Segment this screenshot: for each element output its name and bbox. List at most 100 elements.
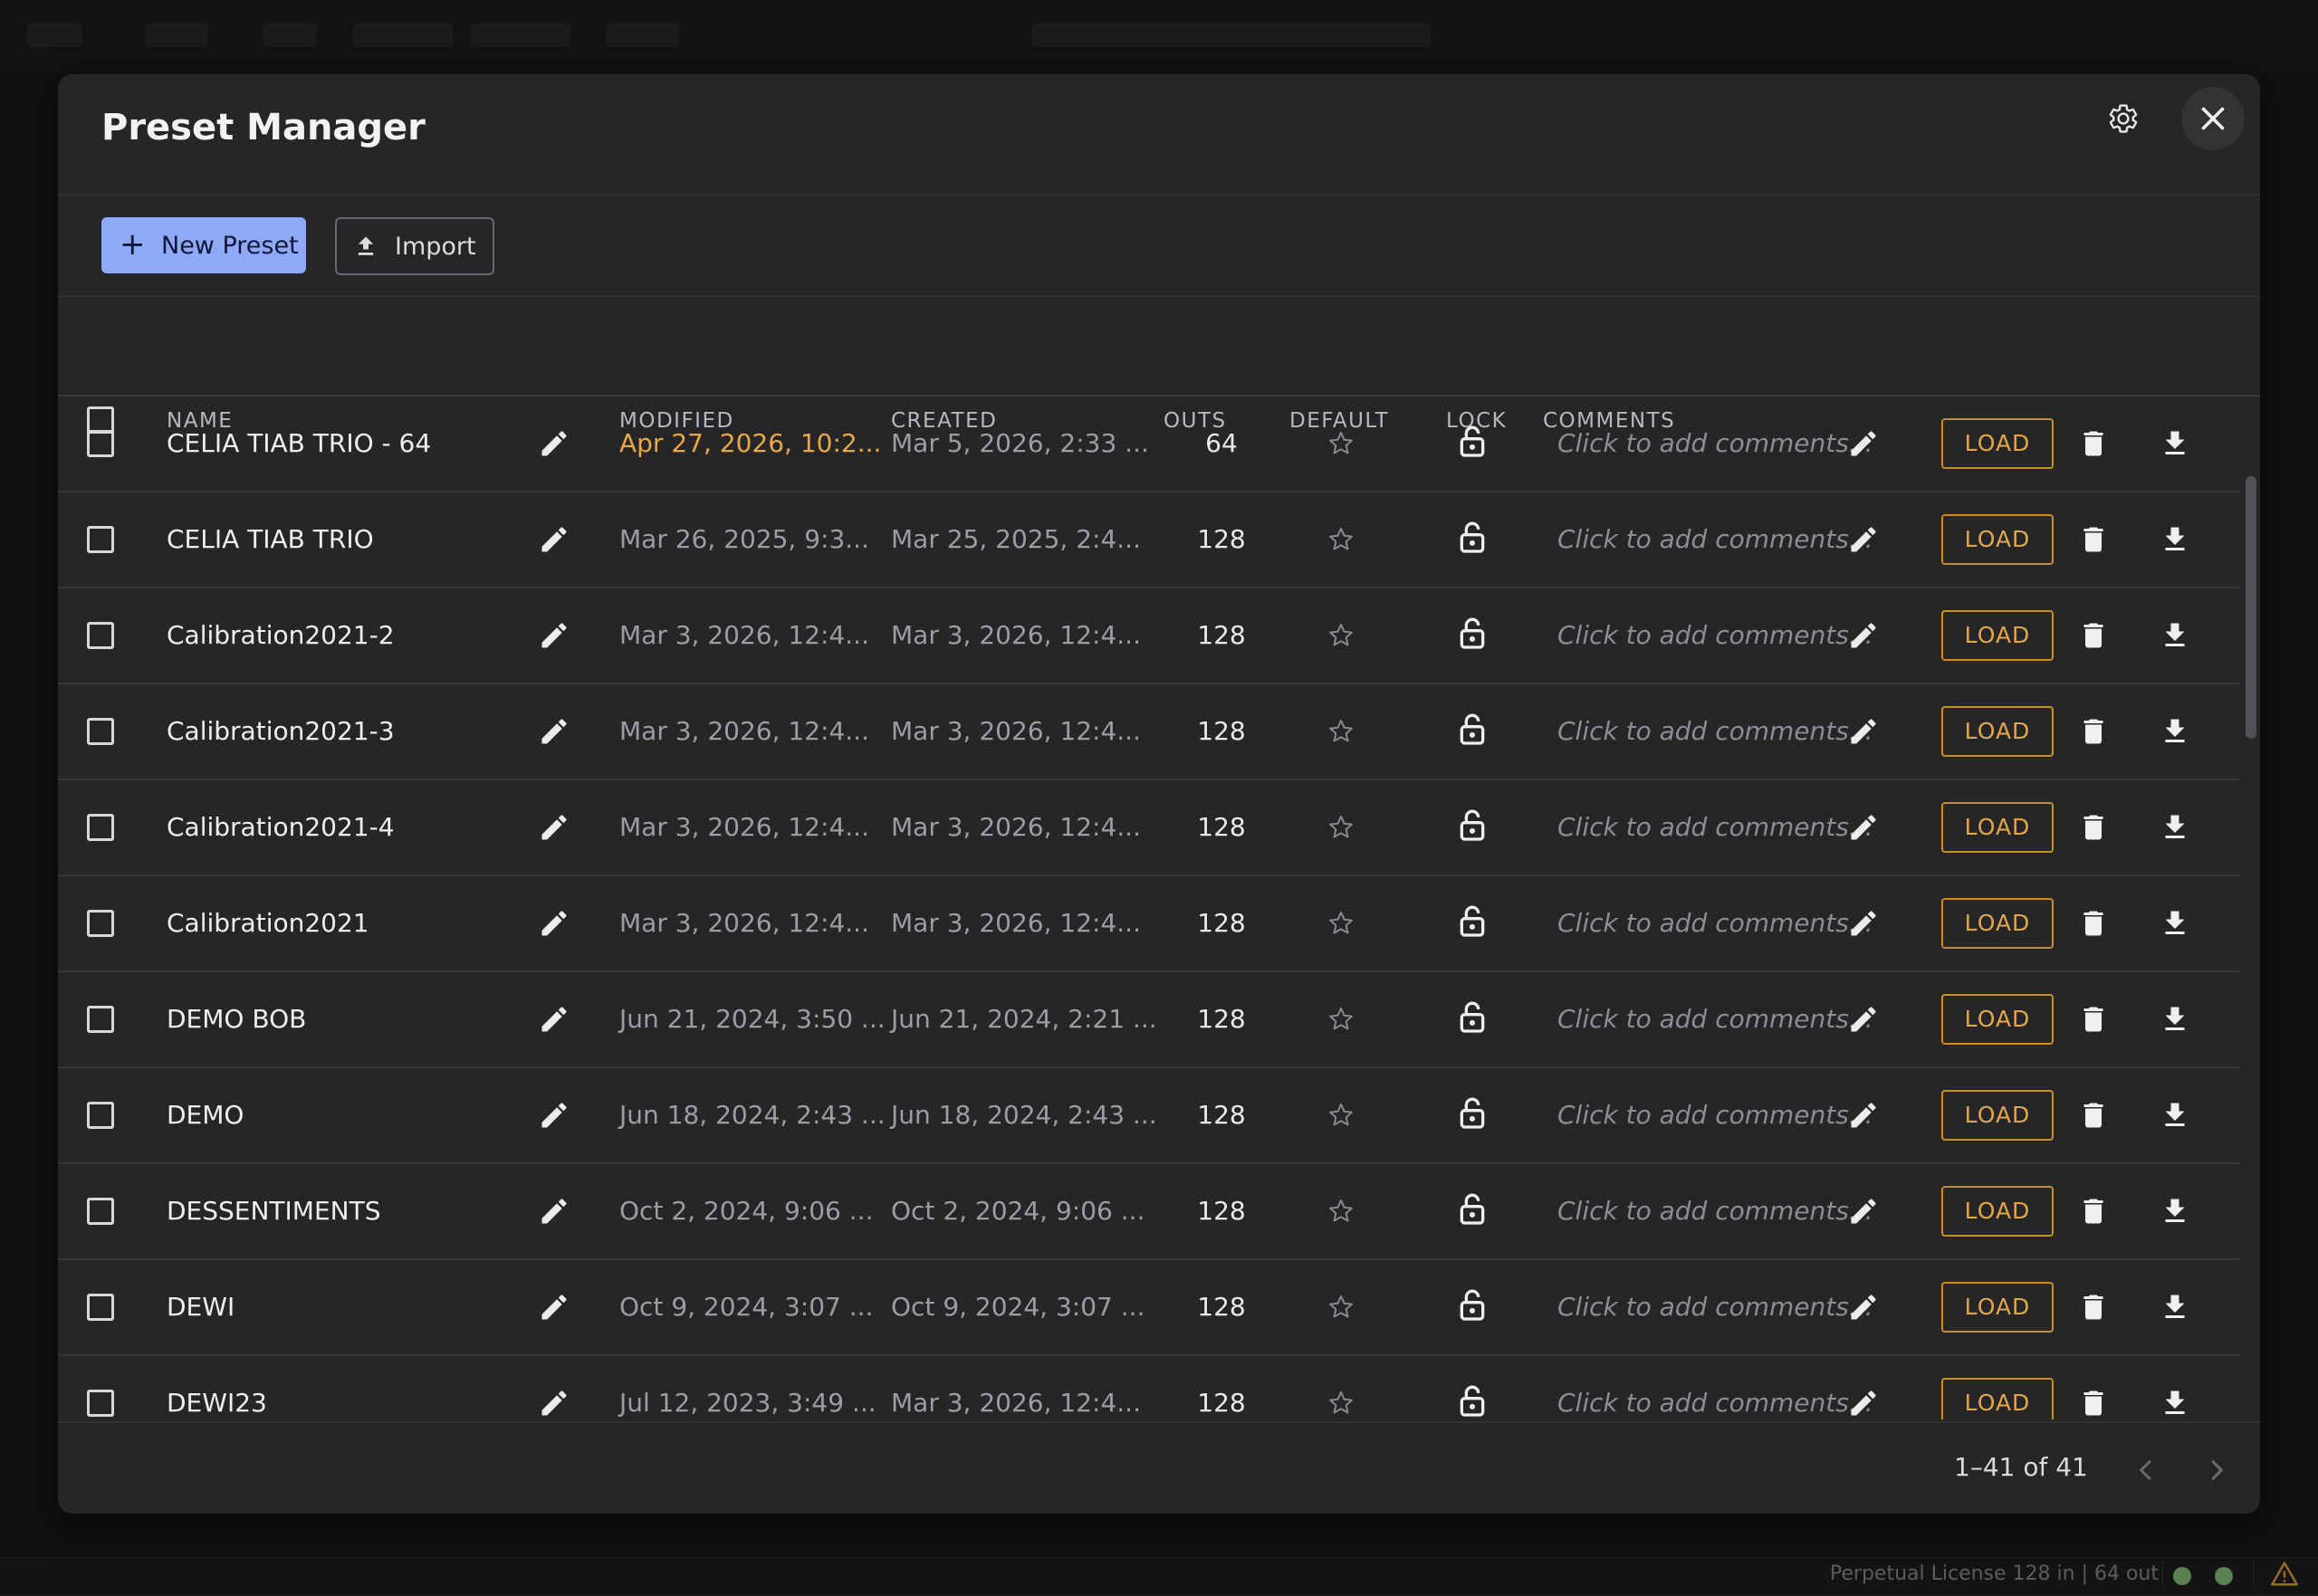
import-button[interactable]: Import xyxy=(335,217,494,275)
load-button[interactable]: LOAD xyxy=(1941,1282,2054,1333)
star-icon[interactable] xyxy=(1326,1100,1356,1131)
trash-icon[interactable] xyxy=(2077,523,2110,556)
load-button[interactable]: LOAD xyxy=(1941,1378,2054,1419)
unlock-icon[interactable] xyxy=(1454,1287,1490,1324)
row-checkbox[interactable] xyxy=(87,1006,114,1033)
load-button[interactable]: LOAD xyxy=(1941,514,2054,565)
edit-name-icon[interactable] xyxy=(538,907,570,940)
star-icon[interactable] xyxy=(1326,908,1356,939)
table-row[interactable]: Calibration2021-2 Mar 3, 2026, 12:4... M… xyxy=(58,588,2240,684)
download-icon[interactable] xyxy=(2159,1387,2191,1419)
table-row[interactable]: Calibration2021-3 Mar 3, 2026, 12:4... M… xyxy=(58,684,2240,780)
unlock-icon[interactable] xyxy=(1454,1383,1490,1419)
table-row[interactable]: DEMO Jun 18, 2024, 2:43 ... Jun 18, 2024… xyxy=(58,1068,2240,1164)
comment-placeholder[interactable]: Click to add comments... xyxy=(1557,588,1873,683)
unlock-icon[interactable] xyxy=(1454,712,1490,748)
comment-placeholder[interactable]: Click to add comments... xyxy=(1557,1068,1873,1162)
edit-name-icon[interactable] xyxy=(538,1099,570,1132)
edit-comment-icon[interactable] xyxy=(1847,619,1880,652)
comment-placeholder[interactable]: Click to add comments... xyxy=(1557,972,1873,1066)
settings-button[interactable] xyxy=(2092,87,2155,150)
row-checkbox[interactable] xyxy=(87,910,114,937)
star-icon[interactable] xyxy=(1326,524,1356,555)
load-button[interactable]: LOAD xyxy=(1941,610,2054,661)
download-icon[interactable] xyxy=(2159,811,2191,844)
unlock-icon[interactable] xyxy=(1454,808,1490,844)
load-button[interactable]: LOAD xyxy=(1941,706,2054,757)
unlock-icon[interactable] xyxy=(1454,520,1490,556)
comment-placeholder[interactable]: Click to add comments... xyxy=(1557,492,1873,587)
row-checkbox[interactable] xyxy=(87,526,114,553)
edit-name-icon[interactable] xyxy=(538,1387,570,1419)
download-icon[interactable] xyxy=(2159,1291,2191,1324)
close-button[interactable] xyxy=(2181,87,2245,150)
unlock-icon[interactable] xyxy=(1454,424,1490,460)
load-button[interactable]: LOAD xyxy=(1941,1186,2054,1237)
load-button[interactable]: LOAD xyxy=(1941,418,2054,469)
star-icon[interactable] xyxy=(1326,620,1356,651)
comment-placeholder[interactable]: Click to add comments... xyxy=(1557,1260,1873,1354)
star-icon[interactable] xyxy=(1326,1388,1356,1419)
edit-comment-icon[interactable] xyxy=(1847,1291,1880,1324)
edit-comment-icon[interactable] xyxy=(1847,1195,1880,1228)
row-checkbox[interactable] xyxy=(87,1198,114,1225)
unlock-icon[interactable] xyxy=(1454,1095,1490,1132)
trash-icon[interactable] xyxy=(2077,811,2110,844)
table-row[interactable]: DESSENTIMENTS Oct 2, 2024, 9:06 ... Oct … xyxy=(58,1164,2240,1260)
row-checkbox[interactable] xyxy=(87,1102,114,1129)
edit-name-icon[interactable] xyxy=(538,1195,570,1228)
row-checkbox[interactable] xyxy=(87,622,114,649)
download-icon[interactable] xyxy=(2159,523,2191,556)
trash-icon[interactable] xyxy=(2077,1099,2110,1132)
edit-comment-icon[interactable] xyxy=(1847,1099,1880,1132)
table-row[interactable]: CELIA TIAB TRIO - 64 Apr 27, 2026, 10:2.… xyxy=(58,397,2240,492)
edit-name-icon[interactable] xyxy=(538,1003,570,1036)
edit-comment-icon[interactable] xyxy=(1847,907,1880,940)
table-row[interactable]: Calibration2021 Mar 3, 2026, 12:4... Mar… xyxy=(58,876,2240,972)
table-row[interactable]: DEWI23 Jul 12, 2023, 3:49 ... Mar 3, 202… xyxy=(58,1356,2240,1419)
edit-comment-icon[interactable] xyxy=(1847,1387,1880,1419)
unlock-icon[interactable] xyxy=(1454,903,1490,940)
edit-comment-icon[interactable] xyxy=(1847,715,1880,748)
table-row[interactable]: CELIA TIAB TRIO Mar 26, 2025, 9:3... Mar… xyxy=(58,492,2240,588)
row-checkbox[interactable] xyxy=(87,1390,114,1417)
row-checkbox[interactable] xyxy=(87,718,114,745)
edit-comment-icon[interactable] xyxy=(1847,811,1880,844)
star-icon[interactable] xyxy=(1326,812,1356,843)
edit-name-icon[interactable] xyxy=(538,619,570,652)
star-icon[interactable] xyxy=(1326,1004,1356,1035)
table-row[interactable]: DEMO BOB Jun 21, 2024, 3:50 ... Jun 21, … xyxy=(58,972,2240,1068)
comment-placeholder[interactable]: Click to add comments... xyxy=(1557,1164,1873,1258)
comment-placeholder[interactable]: Click to add comments... xyxy=(1557,397,1873,491)
unlock-icon[interactable] xyxy=(1454,616,1490,652)
load-button[interactable]: LOAD xyxy=(1941,802,2054,853)
download-icon[interactable] xyxy=(2159,619,2191,652)
edit-comment-icon[interactable] xyxy=(1847,523,1880,556)
comment-placeholder[interactable]: Click to add comments... xyxy=(1557,684,1873,779)
row-checkbox[interactable] xyxy=(87,814,114,841)
load-button[interactable]: LOAD xyxy=(1941,1090,2054,1141)
row-checkbox[interactable] xyxy=(87,1294,114,1321)
download-icon[interactable] xyxy=(2159,1099,2191,1132)
star-icon[interactable] xyxy=(1326,716,1356,747)
download-icon[interactable] xyxy=(2159,907,2191,940)
edit-name-icon[interactable] xyxy=(538,715,570,748)
edit-name-icon[interactable] xyxy=(538,1291,570,1324)
edit-name-icon[interactable] xyxy=(538,811,570,844)
unlock-icon[interactable] xyxy=(1454,999,1490,1036)
comment-placeholder[interactable]: Click to add comments... xyxy=(1557,1356,1873,1419)
table-scrollbar[interactable] xyxy=(2246,476,2256,739)
comment-placeholder[interactable]: Click to add comments... xyxy=(1557,876,1873,970)
trash-icon[interactable] xyxy=(2077,427,2110,460)
table-row[interactable]: Calibration2021-4 Mar 3, 2026, 12:4... M… xyxy=(58,780,2240,876)
download-icon[interactable] xyxy=(2159,1003,2191,1036)
row-checkbox[interactable] xyxy=(87,430,114,457)
load-button[interactable]: LOAD xyxy=(1941,898,2054,949)
trash-icon[interactable] xyxy=(2077,1387,2110,1419)
trash-icon[interactable] xyxy=(2077,1003,2110,1036)
chevron-left-icon[interactable] xyxy=(2131,1456,2160,1485)
edit-name-icon[interactable] xyxy=(538,523,570,556)
unlock-icon[interactable] xyxy=(1454,1191,1490,1228)
edit-comment-icon[interactable] xyxy=(1847,427,1880,460)
download-icon[interactable] xyxy=(2159,427,2191,460)
